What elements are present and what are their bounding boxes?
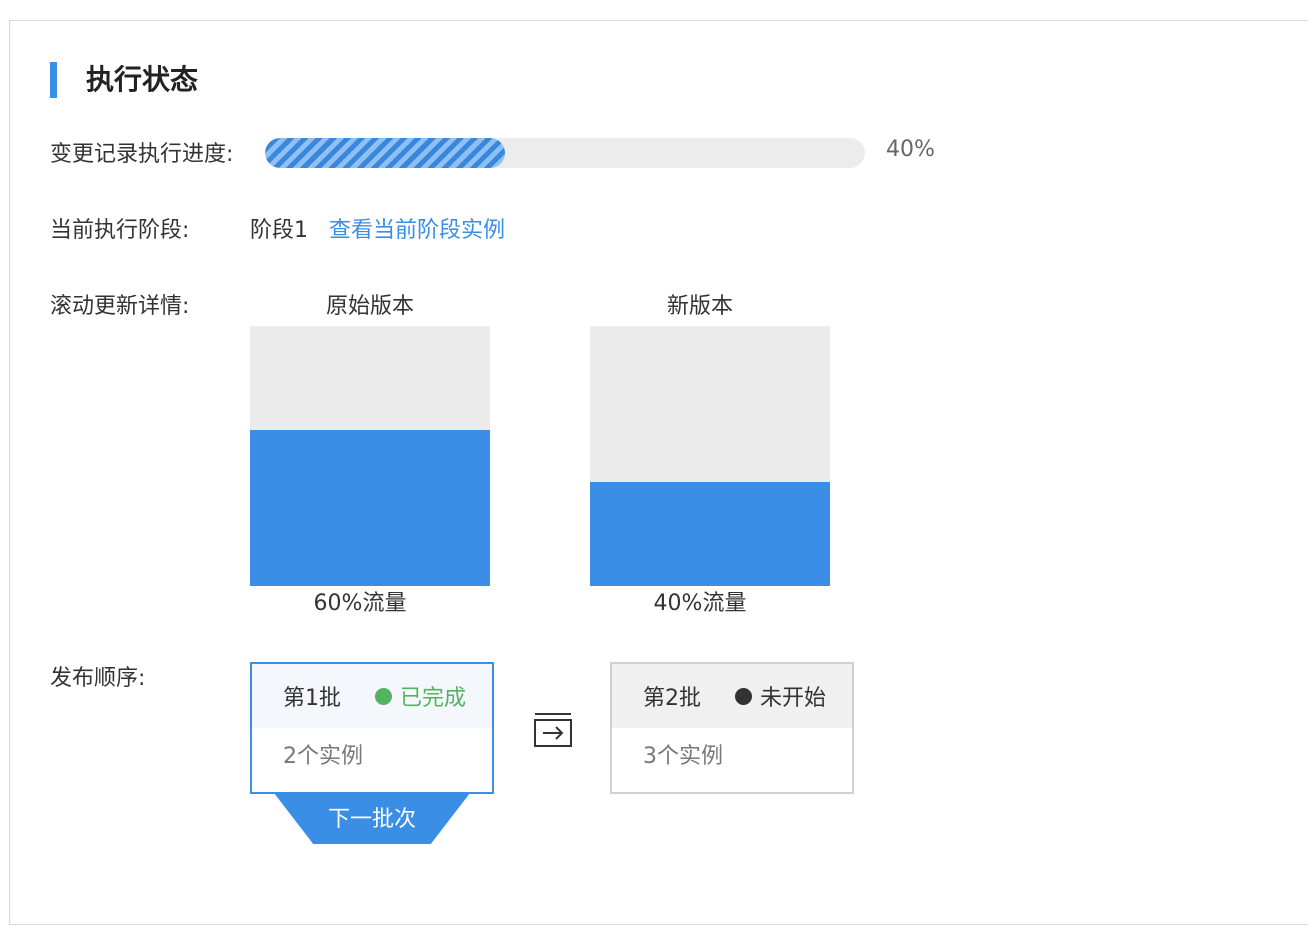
batch-status: 未开始 (760, 686, 827, 711)
batch-card-header: 第1批 已完成 (252, 664, 492, 728)
original-version-traffic-fill (250, 430, 490, 586)
new-version-traffic-caption: 40%流量 (653, 591, 747, 616)
batch-status: 已完成 (400, 686, 467, 711)
new-version-traffic-box (590, 326, 830, 586)
progress-label: 变更记录执行进度: (50, 142, 234, 167)
title-accent-bar (50, 62, 57, 98)
progress-track (265, 138, 865, 168)
batch-card-header: 第2批 未开始 (612, 664, 852, 728)
new-version-traffic-fill (590, 482, 830, 586)
original-version-traffic-box (250, 326, 490, 586)
batch-instance-count: 3个实例 (643, 744, 723, 769)
original-version-traffic-caption: 60%流量 (313, 591, 407, 616)
batch-name: 第2批 (643, 686, 701, 711)
status-dot-icon (735, 687, 752, 705)
release-order-label: 发布顺序: (50, 666, 146, 691)
new-version-title: 新版本 (666, 294, 733, 319)
batch-name: 第1批 (283, 686, 341, 711)
rolling-label: 滚动更新详情: (50, 294, 190, 319)
batch-card-2[interactable]: 第2批 未开始 3个实例 (610, 662, 854, 794)
progress-fill (265, 138, 505, 168)
section-title: 执行状态 (86, 63, 199, 96)
batch-instance-count: 2个实例 (283, 744, 363, 769)
status-dot-icon (375, 687, 392, 705)
arrow-right-into-box-icon (534, 713, 572, 747)
batch-card-1[interactable]: 第1批 已完成 2个实例 (250, 662, 494, 794)
view-stage-instances-link[interactable]: 查看当前阶段实例 (329, 216, 505, 246)
stage-label: 当前执行阶段: (50, 218, 190, 243)
original-version-title: 原始版本 (325, 294, 414, 319)
stage-value: 阶段1 (250, 218, 308, 243)
progress-percent-text: 40% (886, 137, 935, 162)
